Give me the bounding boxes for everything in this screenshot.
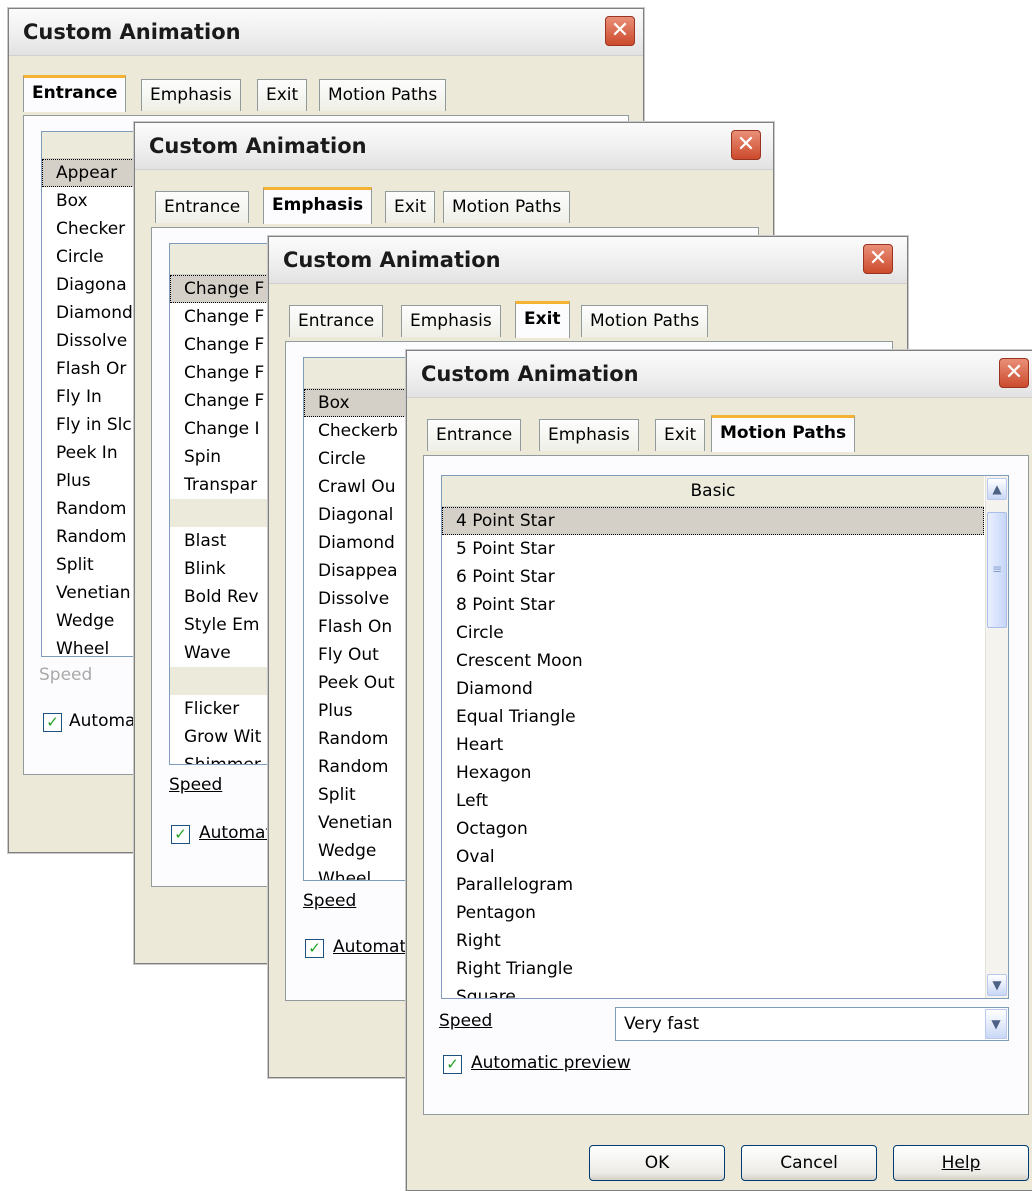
dialog-title: Custom Animation [23,20,241,44]
close-icon[interactable]: ✕ [731,130,761,160]
tab-emphasis[interactable]: Emphasis [141,79,241,111]
automatic-preview-checkbox[interactable]: ✓ [43,713,62,732]
close-icon[interactable]: ✕ [999,358,1029,388]
speed-label-text: Speed [169,775,223,795]
tab-motion-paths[interactable]: Motion Paths [581,305,709,337]
list-item[interactable]: Circle [442,619,984,647]
scroll-up-icon[interactable]: ▲ [987,478,1007,500]
list-item[interactable]: 5 Point Star [442,535,984,563]
automatic-preview-checkbox[interactable]: ✓ [305,939,324,958]
dialog-title: Custom Animation [149,134,367,158]
automatic-preview-checkbox[interactable]: ✓ [171,825,190,844]
automatic-preview-label[interactable]: Automatic preview [471,1053,631,1073]
tab-entrance[interactable]: Entrance [427,419,522,451]
motion-paths-list-items: 4 Point Star 5 Point Star 6 Point Star 8 Po… [442,507,984,998]
tab-emphasis[interactable]: Emphasis [401,305,501,337]
tab-motion-paths[interactable]: Motion Paths [711,415,856,452]
list-item[interactable]: 6 Point Star [442,563,984,591]
dialog-motion-paths: Custom Animation ✕ Entrance Emphasis Exi… [406,350,1032,1191]
dialog-title: Custom Animation [421,362,639,386]
speed-label-text: Speed [439,1011,493,1031]
tab-motion-paths[interactable]: Motion Paths [443,191,571,223]
list-item[interactable]: 8 Point Star [442,591,984,619]
speed-label-text: Speed [303,891,357,911]
list-item[interactable]: Parallelogram [442,871,984,899]
speed-select[interactable]: Very fast ▼ [615,1007,1009,1041]
list-item[interactable]: Octagon [442,815,984,843]
automatic-preview-checkbox[interactable]: ✓ [443,1055,462,1074]
title-bar[interactable]: Custom Animation ✕ [135,123,773,170]
chevron-down-icon[interactable]: ▼ [985,1009,1007,1039]
list-item[interactable]: Equal Triangle [442,703,984,731]
speed-select-value: Very fast [624,1014,700,1034]
tab-emphasis[interactable]: Emphasis [539,419,639,451]
list-item[interactable]: Oval [442,843,984,871]
list-item[interactable]: Square [442,983,984,998]
tab-entrance[interactable]: Entrance [289,305,384,337]
dialog-title: Custom Animation [283,248,501,272]
tab-emphasis[interactable]: Emphasis [263,187,373,224]
list-item[interactable]: Heart [442,731,984,759]
list-item[interactable]: Hexagon [442,759,984,787]
tab-exit[interactable]: Exit [257,79,308,111]
title-bar[interactable]: Custom Animation ✕ [269,237,907,284]
list-header-basic: Basic [442,476,984,507]
ok-button[interactable]: OK [589,1145,725,1181]
help-button[interactable]: Help [893,1145,1029,1181]
title-bar[interactable]: Custom Animation ✕ [407,351,1032,398]
list-item[interactable]: Right Triangle [442,955,984,983]
speed-label: Speed [439,1011,492,1031]
vertical-scrollbar[interactable]: ▲ ≡ ▼ [985,476,1008,998]
tab-exit[interactable]: Exit [655,419,706,451]
motion-paths-list[interactable]: Basic 4 Point Star 5 Point Star 6 Point St… [441,475,1009,999]
close-icon[interactable]: ✕ [605,16,635,46]
speed-label: Speed [169,775,222,795]
tab-exit[interactable]: Exit [385,191,436,223]
close-icon[interactable]: ✕ [863,244,893,274]
cancel-button[interactable]: Cancel [741,1145,877,1181]
list-item[interactable]: Diamond [442,675,984,703]
list-item[interactable]: Left [442,787,984,815]
title-bar[interactable]: Custom Animation ✕ [9,9,643,56]
scrollbar-thumb[interactable]: ≡ [987,512,1007,628]
list-item[interactable]: Pentagon [442,899,984,927]
tab-exit[interactable]: Exit [515,301,570,338]
scroll-down-icon[interactable]: ▼ [987,974,1007,996]
speed-label: Speed [39,665,93,685]
tab-entrance[interactable]: Entrance [23,75,127,112]
tab-motion-paths[interactable]: Motion Paths [319,79,447,111]
list-item[interactable]: Right [442,927,984,955]
tab-entrance[interactable]: Entrance [155,191,250,223]
list-item[interactable]: Crescent Moon [442,647,984,675]
speed-label: Speed [303,891,356,911]
list-item[interactable]: 4 Point Star [442,507,984,535]
